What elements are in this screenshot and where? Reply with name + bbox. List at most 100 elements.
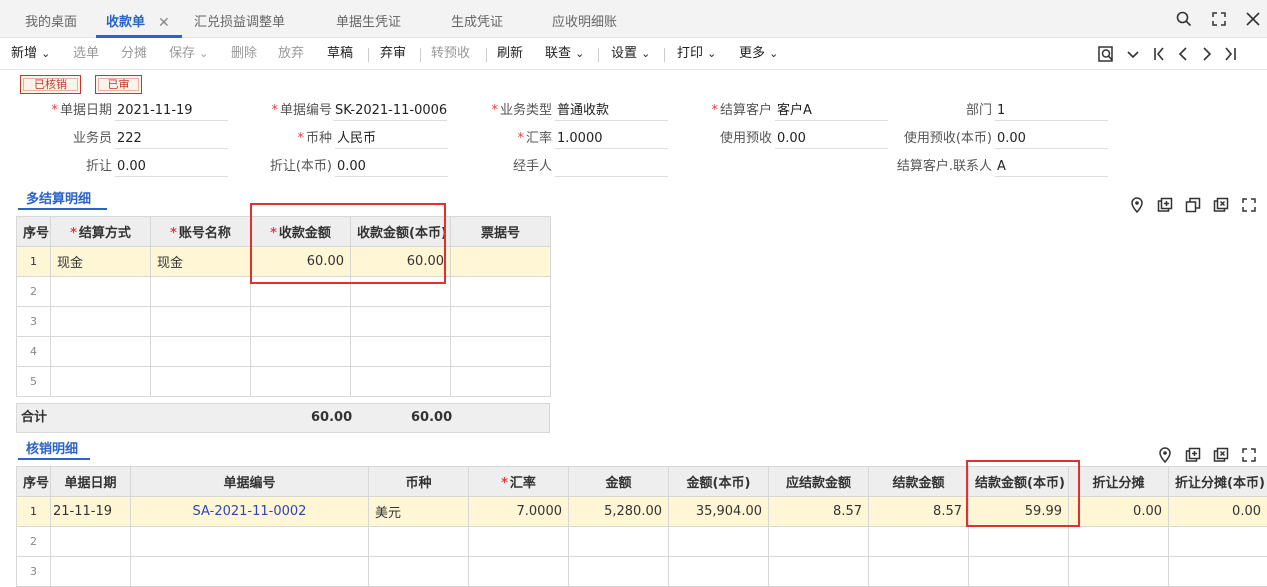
bill-no-cell[interactable] <box>451 247 551 277</box>
amount-local-cell[interactable] <box>669 527 769 557</box>
add-row-icon[interactable] <box>1185 447 1201 463</box>
location-icon[interactable] <box>1157 447 1173 463</box>
discount-alloc-cell[interactable]: 0.00 <box>1069 497 1169 527</box>
tab-desktop[interactable]: 我的桌面 <box>25 0 77 38</box>
delete-row-icon[interactable] <box>1213 447 1229 463</box>
next-record-icon[interactable] <box>1198 45 1216 63</box>
discard-button[interactable]: 放弃 <box>278 38 304 70</box>
due-amount-cell[interactable] <box>769 527 869 557</box>
discount-alloc-local-cell[interactable] <box>1169 557 1267 587</box>
last-record-icon[interactable] <box>1221 45 1239 63</box>
account-name-cell[interactable] <box>151 277 251 307</box>
discount-alloc-cell[interactable] <box>1069 557 1169 587</box>
due-amount-cell[interactable] <box>769 557 869 587</box>
currency-cell[interactable] <box>369 557 469 587</box>
tab-receivable-ledger[interactable]: 应收明细账 <box>552 0 617 38</box>
rate-cell[interactable] <box>469 557 569 587</box>
settle-method-cell[interactable] <box>51 277 151 307</box>
currency-cell[interactable]: 美元 <box>369 497 469 527</box>
linked-query-button[interactable]: 联查 ⌄ <box>545 38 584 70</box>
search-icon[interactable] <box>1175 10 1193 28</box>
unaudit-button[interactable]: 弃审 <box>380 38 406 70</box>
fullscreen-icon[interactable] <box>1210 10 1228 28</box>
location-icon[interactable] <box>1129 197 1145 213</box>
settings-button[interactable]: 设置 ⌄ <box>611 38 650 70</box>
settled-amount-cell[interactable]: 8.57 <box>869 497 969 527</box>
tab-receipt[interactable]: 收款单 <box>106 0 145 38</box>
receipt-amount-local-cell[interactable] <box>351 367 451 397</box>
add-row-icon[interactable] <box>1157 197 1173 213</box>
amount-cell[interactable] <box>569 527 669 557</box>
amount-cell[interactable]: 5,280.00 <box>569 497 669 527</box>
use-prepay-local-field[interactable]: 0.00 <box>995 129 1108 149</box>
delete-button[interactable]: 删除 <box>231 38 257 70</box>
close-icon[interactable]: ✕ <box>158 0 170 38</box>
account-name-cell[interactable]: 现金 <box>151 247 251 277</box>
contact-field[interactable]: A <box>995 157 1108 177</box>
receipt-amount-cell[interactable] <box>251 307 351 337</box>
currency-field[interactable]: 人民币 <box>335 129 448 149</box>
receipt-amount-local-cell[interactable] <box>351 337 451 367</box>
doc-no-field[interactable]: SK-2021-11-0006 <box>333 101 447 121</box>
customer-field[interactable]: 客户A <box>775 101 888 121</box>
doc-no-cell[interactable]: SA-2021-11-0002 <box>131 497 369 527</box>
doc-date-cell[interactable]: 21-11-19 <box>51 497 131 527</box>
biz-type-field[interactable]: 普通收款 <box>555 101 668 121</box>
account-name-cell[interactable] <box>151 307 251 337</box>
discount-alloc-local-cell[interactable]: 0.00 <box>1169 497 1267 527</box>
discount-alloc-cell[interactable] <box>1069 527 1169 557</box>
due-amount-cell[interactable]: 8.57 <box>769 497 869 527</box>
settle-method-cell[interactable]: 现金 <box>51 247 151 277</box>
more-button[interactable]: 更多 ⌄ <box>739 38 778 70</box>
receipt-amount-cell[interactable] <box>251 337 351 367</box>
print-button[interactable]: 打印 ⌄ <box>677 38 716 70</box>
table-row[interactable]: 3 <box>17 557 1267 587</box>
settled-amount-cell[interactable] <box>869 527 969 557</box>
discount-alloc-local-cell[interactable] <box>1169 527 1267 557</box>
save-button[interactable]: 保存 ⌄ <box>169 38 208 70</box>
discount-field[interactable]: 0.00 <box>115 157 228 177</box>
settled-amount-local-cell[interactable] <box>969 527 1069 557</box>
table-row[interactable]: 5 <box>17 367 551 397</box>
close-window-icon[interactable] <box>1244 10 1262 28</box>
copy-row-icon[interactable] <box>1185 197 1201 213</box>
doc-date-cell[interactable] <box>51 527 131 557</box>
rate-cell[interactable]: 7.0000 <box>469 497 569 527</box>
select-doc-button[interactable]: 选单 <box>73 38 99 70</box>
settle-method-cell[interactable] <box>51 367 151 397</box>
rate-field[interactable]: 1.0000 <box>555 129 668 149</box>
table-row[interactable]: 4 <box>17 337 551 367</box>
salesman-field[interactable]: 222 <box>115 129 228 149</box>
verify-section-title[interactable]: 核销明细 <box>26 438 78 457</box>
expand-icon[interactable] <box>1241 447 1257 463</box>
bill-no-cell[interactable] <box>451 337 551 367</box>
previous-record-icon[interactable] <box>1174 45 1192 63</box>
use-prepay-field[interactable]: 0.00 <box>775 129 888 149</box>
doc-no-link[interactable]: SA-2021-11-0002 <box>193 504 307 519</box>
delete-row-icon[interactable] <box>1213 197 1229 213</box>
tab-generate-voucher[interactable]: 生成凭证 <box>451 0 503 38</box>
chevron-down-icon[interactable] <box>1124 45 1142 63</box>
settled-amount-local-cell[interactable] <box>969 557 1069 587</box>
amount-cell[interactable] <box>569 557 669 587</box>
table-row[interactable]: 3 <box>17 307 551 337</box>
doc-search-icon[interactable] <box>1097 45 1115 63</box>
to-prepay-button[interactable]: 转预收 <box>431 38 470 70</box>
table-row[interactable]: 2 <box>17 527 1267 557</box>
doc-no-cell[interactable] <box>131 527 369 557</box>
expand-icon[interactable] <box>1241 197 1257 213</box>
discount-local-field[interactable]: 0.00 <box>335 157 448 177</box>
receipt-amount-cell[interactable] <box>251 367 351 397</box>
amount-local-cell[interactable]: 35,904.00 <box>669 497 769 527</box>
doc-no-cell[interactable] <box>131 557 369 587</box>
new-button[interactable]: 新增 ⌄ <box>11 38 50 70</box>
refresh-button[interactable]: 刷新 <box>497 38 523 70</box>
tab-doc-voucher[interactable]: 单据生凭证 <box>336 0 401 38</box>
dept-field[interactable]: 1 <box>995 101 1108 121</box>
settle-method-cell[interactable] <box>51 307 151 337</box>
bill-no-cell[interactable] <box>451 367 551 397</box>
allocate-button[interactable]: 分摊 <box>121 38 147 70</box>
settled-amount-cell[interactable] <box>869 557 969 587</box>
first-record-icon[interactable] <box>1151 45 1169 63</box>
doc-date-cell[interactable] <box>51 557 131 587</box>
